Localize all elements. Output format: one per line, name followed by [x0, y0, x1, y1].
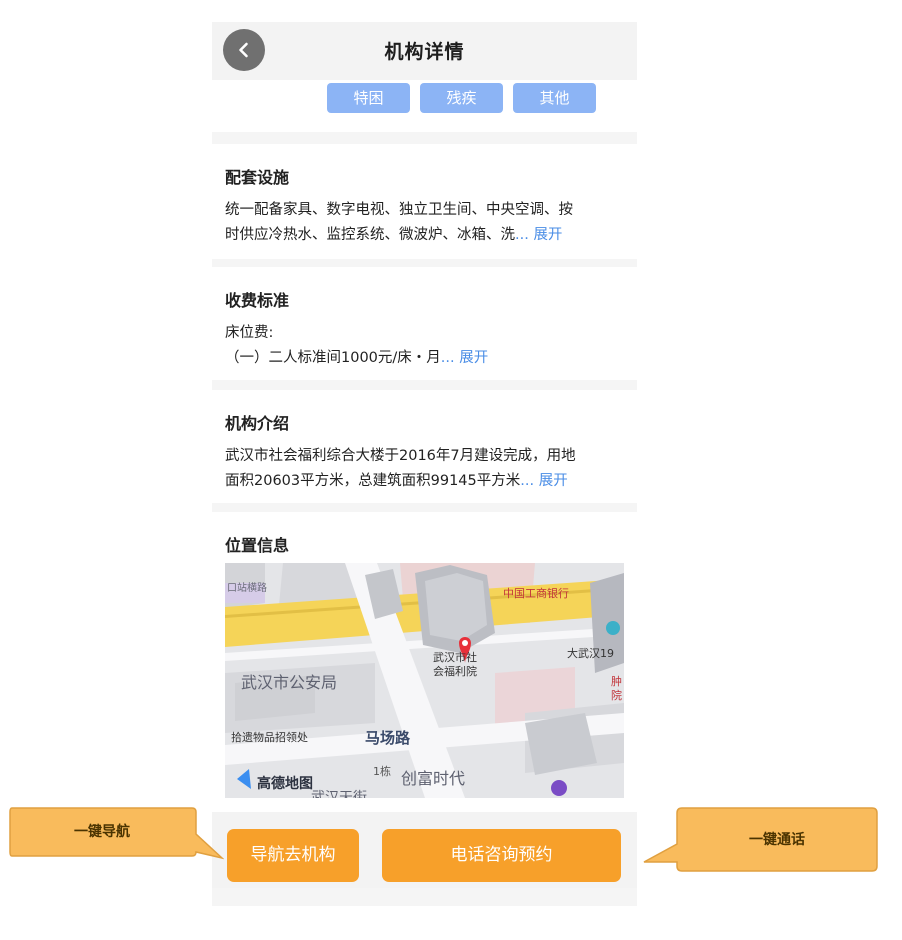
page-title: 机构详情: [384, 41, 465, 63]
callout-call: 一键通话: [642, 806, 880, 874]
fees-title: 收费标准: [225, 291, 290, 310]
callout-navigate: 一键导航: [8, 806, 224, 862]
fees-ellipsis: ...: [440, 350, 455, 366]
map-label-lost-found: 拾遗物品招领处: [231, 731, 308, 744]
tag-other: 其他: [513, 83, 596, 113]
fees-line-1: 床位费:: [225, 325, 274, 341]
map-label-bottom-street: 武汉天街: [311, 790, 367, 798]
facilities-title: 配套设施: [225, 168, 290, 187]
map-label-chuangfu: 创富时代: [401, 769, 466, 788]
bottom-action-bar: 导航去机构 电话咨询预约: [212, 812, 637, 888]
facilities-ellipsis: ...: [515, 227, 529, 243]
map-label-police: 武汉市公安局: [241, 673, 338, 692]
facilities-line-2: 时供应冷热水、监控系统、微波炉、冰箱、洗... 展开: [225, 223, 624, 248]
callout-navigate-text: 一键导航: [74, 824, 130, 840]
facilities-section: 配套设施 统一配备家具、数字电视、独立卫生间、中央空调、按 时供应冷热水、监控系…: [212, 144, 637, 259]
tag-disabled: 残疾: [420, 83, 503, 113]
map-label-building: 1栋: [373, 765, 391, 778]
intro-line-1: 武汉市社会福利综合大楼于2016年7月建设完成，用地: [225, 448, 576, 464]
map-label-welfare-2: 会福利院: [433, 665, 477, 678]
facilities-expand-link[interactable]: 展开: [533, 227, 562, 243]
fees-line-2: （一）二人标准间1000元/床・月... 展开: [225, 346, 624, 371]
tag-list: 特困 残疾 其他: [212, 80, 637, 132]
fees-expand-link[interactable]: 展开: [459, 350, 488, 366]
map-label-side-2: 院: [611, 689, 622, 702]
map-label-road: 马场路: [365, 729, 411, 747]
phone-screen: 机构详情 特困 残疾 其他 配套设施 统一配备家具、数字电视、独立卫生间、中央空…: [212, 22, 637, 906]
intro-line-2: 面积20603平方米，总建筑面积99145平方米... 展开: [225, 469, 624, 494]
facilities-line-1: 统一配备家具、数字电视、独立卫生间、中央空调、按: [225, 202, 573, 218]
map-label-big-wuhan: 大武汉19: [567, 647, 614, 660]
tag-special-hardship: 特困: [327, 83, 410, 113]
intro-expand-link[interactable]: 展开: [539, 473, 568, 489]
navigate-button[interactable]: 导航去机构: [227, 829, 359, 882]
location-map[interactable]: 口站横路 中国工商银行 武汉市社 会福利院 大武汉19 肿 院 武汉市公安局 拾…: [225, 563, 624, 798]
intro-ellipsis: ...: [520, 473, 535, 489]
fees-section: 收费标准 床位费: （一）二人标准间1000元/床・月... 展开: [212, 267, 637, 380]
intro-section: 机构介绍 武汉市社会福利综合大楼于2016年7月建设完成，用地 面积20603平…: [212, 390, 637, 503]
facilities-line-2-text: 时供应冷热水、监控系统、微波炉、冰箱、洗: [225, 227, 515, 243]
fees-line-2-text: （一）二人标准间1000元/床・月: [225, 350, 441, 366]
intro-title: 机构介绍: [225, 414, 290, 433]
map-label-bank: 中国工商银行: [503, 587, 569, 600]
callout-call-text: 一键通话: [749, 832, 805, 848]
map-label-station-road: 口站横路: [227, 583, 267, 594]
location-title: 位置信息: [225, 536, 290, 555]
map-brand-label: 高德地图: [257, 776, 313, 792]
call-button[interactable]: 电话咨询预约: [382, 829, 621, 882]
header: 机构详情: [212, 22, 637, 80]
intro-line-2-text: 面积20603平方米，总建筑面积99145平方米: [225, 473, 521, 489]
